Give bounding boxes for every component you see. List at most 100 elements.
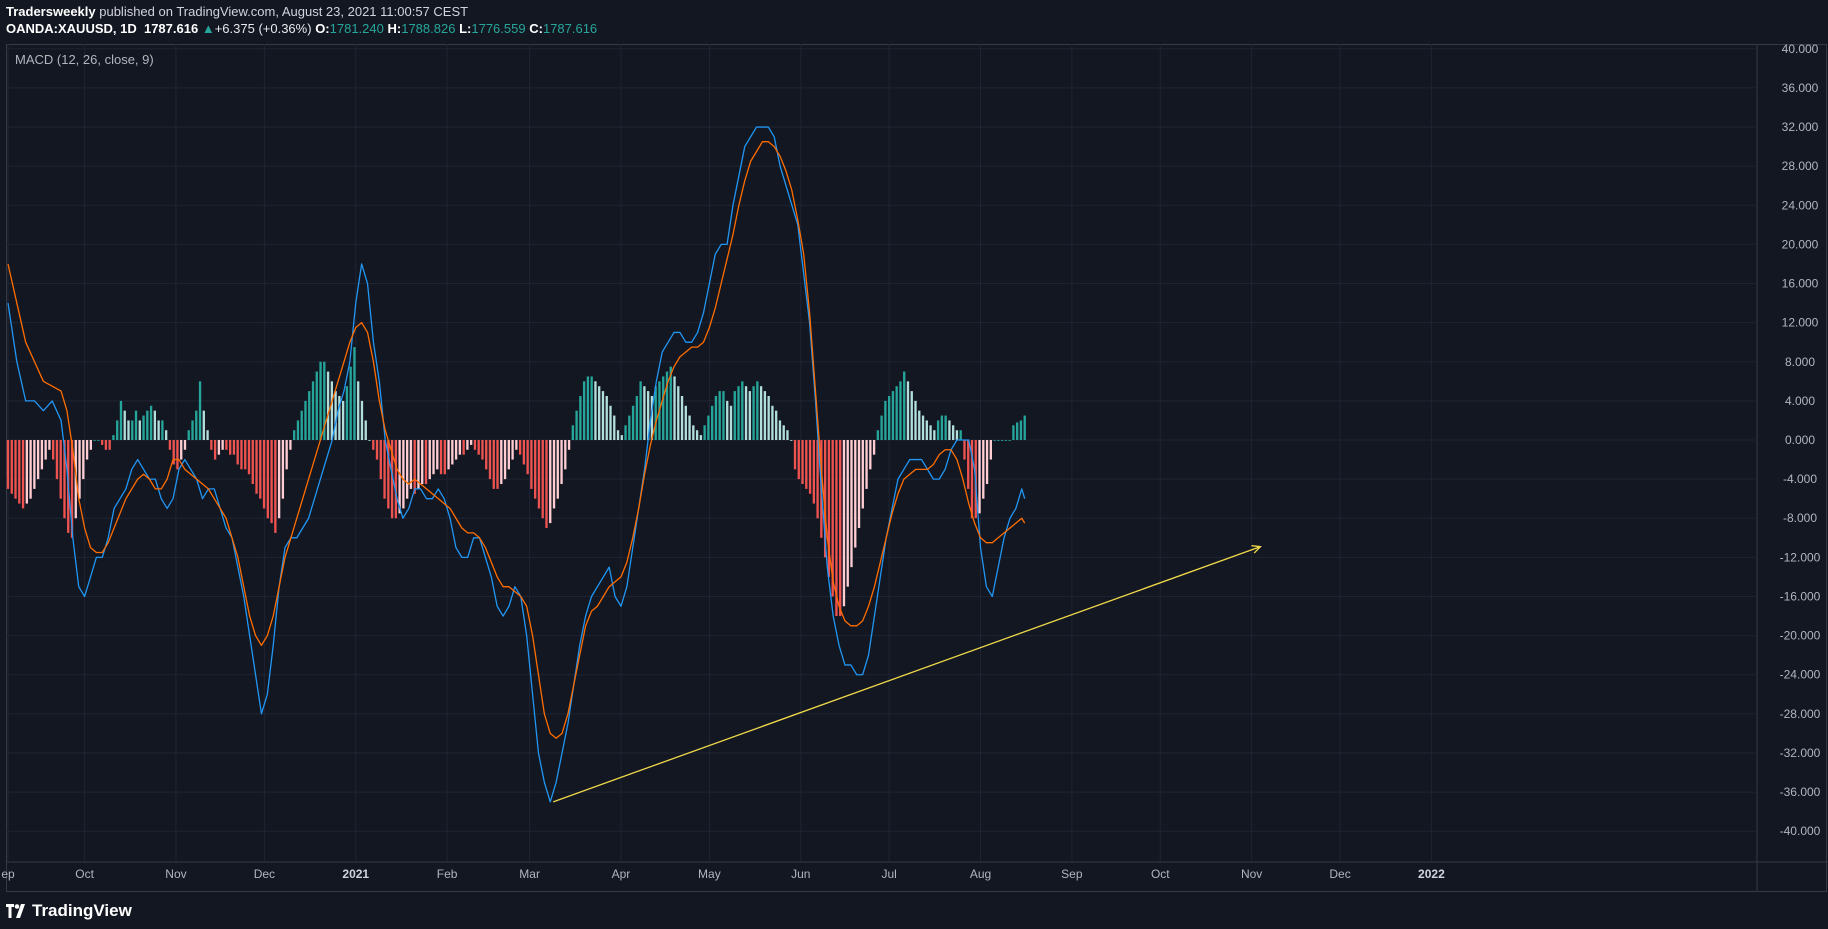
- histogram-bar: [756, 381, 759, 440]
- histogram-bar: [29, 440, 32, 499]
- trendline-drawing[interactable]: [552, 545, 1262, 803]
- histogram-bar: [97, 440, 100, 441]
- histogram-bar: [613, 415, 616, 440]
- histogram-bar: [978, 440, 981, 514]
- histogram-bar: [481, 440, 484, 460]
- histogram-bar: [940, 415, 944, 440]
- macd-chart[interactable]: 40.000 36.000 32.000 28.000 24.000 20.000 16.0…: [0, 0, 1828, 929]
- histogram-bar: [206, 430, 209, 440]
- histogram-bar: [918, 410, 921, 440]
- histogram-bar: [500, 440, 503, 485]
- histogram-bar: [379, 440, 382, 480]
- histogram-bar: [232, 440, 236, 455]
- histogram-bar: [240, 440, 243, 470]
- histogram-bar: [1000, 440, 1004, 441]
- histogram-bar: [473, 440, 477, 450]
- histogram-bar: [119, 400, 123, 440]
- histogram-bar: [18, 440, 21, 504]
- histogram-bar: [55, 440, 59, 480]
- x-tick-label: Feb: [437, 867, 458, 881]
- histogram-bar: [432, 440, 435, 475]
- histogram-bar: [402, 440, 405, 509]
- histogram-bar: [255, 440, 258, 494]
- histogram-bar: [522, 440, 526, 465]
- time-axis[interactable]: ep Oct Nov Dec 2021 Feb Mar Apr May Jun Jul Aug Sep O…: [1, 861, 1828, 881]
- histogram-bar: [36, 440, 40, 480]
- histogram-bar: [526, 440, 529, 475]
- histogram-bar: [229, 440, 232, 455]
- y-tick-label: 36.000: [1782, 81, 1819, 95]
- histogram-bar: [176, 440, 179, 470]
- histogram-bar: [458, 440, 462, 455]
- histogram-bar: [763, 391, 767, 440]
- histogram-bar: [123, 410, 126, 440]
- histogram-bar: [887, 395, 891, 440]
- y-tick-label: -20.000: [1780, 629, 1821, 643]
- histogram-bar: [982, 440, 985, 499]
- histogram-bar: [116, 420, 119, 440]
- histogram-bar: [616, 430, 620, 440]
- histogram-bar: [146, 410, 149, 440]
- histogram-bar: [315, 371, 318, 440]
- histogram-bar: [515, 440, 518, 450]
- histogram-bar: [786, 430, 789, 440]
- histogram-bar: [357, 381, 360, 440]
- histogram-bar: [149, 405, 153, 440]
- histogram-bar: [718, 391, 721, 440]
- y-tick-label: 16.000: [1782, 277, 1819, 291]
- histogram-bar: [586, 376, 590, 440]
- histogram-bar: [375, 440, 379, 460]
- histogram-bar: [726, 400, 729, 440]
- histogram-bar: [394, 440, 398, 519]
- histogram-bar: [530, 440, 533, 489]
- y-tick-label: 20.000: [1782, 237, 1819, 251]
- histogram-bar: [707, 415, 710, 440]
- histogram-bar: [737, 386, 740, 440]
- histogram-bar: [714, 395, 718, 440]
- histogram-bar: [609, 405, 612, 440]
- histogram-bar: [601, 391, 605, 440]
- histogram-bar: [345, 386, 349, 440]
- histogram-bar: [624, 425, 627, 440]
- brand-name: TradingView: [32, 901, 132, 920]
- histogram-bar: [1012, 425, 1015, 440]
- histogram-bar: [10, 440, 13, 494]
- histogram-bar: [639, 381, 642, 440]
- brand-watermark[interactable]: TradingView: [6, 899, 132, 923]
- histogram-bar: [549, 440, 552, 524]
- histogram-bar: [368, 440, 371, 441]
- histogram-bar: [741, 381, 744, 440]
- histogram-bar: [925, 420, 928, 440]
- histogram-bar: [590, 376, 593, 440]
- histogram-bar: [462, 440, 465, 455]
- x-tick-label: Dec: [254, 867, 275, 881]
- histogram-bar: [850, 440, 853, 568]
- histogram-bar: [692, 425, 695, 440]
- y-tick-label: 32.000: [1782, 120, 1819, 134]
- histogram-bar: [48, 440, 51, 450]
- histogram-bar: [353, 347, 356, 440]
- indicator-legend[interactable]: MACD (12, 26, close, 9): [15, 52, 154, 67]
- histogram-bar: [955, 430, 959, 440]
- histogram-bar: [963, 440, 966, 460]
- histogram-bar: [899, 381, 902, 440]
- y-tick-label: 4.000: [1785, 394, 1815, 408]
- histogram-bar: [552, 440, 556, 509]
- histogram-bar: [439, 440, 443, 475]
- x-tick-label: Oct: [75, 867, 94, 881]
- histogram-bar: [1023, 415, 1026, 440]
- x-tick-label: Apr: [612, 867, 631, 881]
- x-tick-label: Jul: [881, 867, 896, 881]
- x-tick-label: Nov: [165, 867, 186, 881]
- histogram-bar: [187, 430, 190, 440]
- price-axis[interactable]: 40.000 36.000 32.000 28.000 24.000 20.000 16.0…: [1756, 42, 1821, 892]
- y-tick-label: 8.000: [1785, 355, 1815, 369]
- histogram-bar: [948, 420, 951, 440]
- histogram-bar: [304, 400, 307, 440]
- histogram-bar: [454, 440, 458, 460]
- histogram-bar: [880, 415, 883, 440]
- histogram-bar: [413, 440, 416, 494]
- x-tick-label: Oct: [1151, 867, 1170, 881]
- histogram-bar: [914, 400, 917, 440]
- histogram-bar: [518, 440, 522, 455]
